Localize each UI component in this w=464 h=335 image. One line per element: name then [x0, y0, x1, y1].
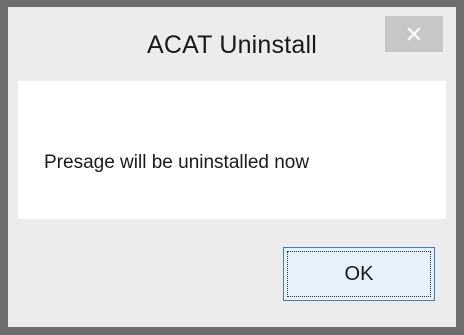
- dialog-message: Presage will be uninstalled now: [44, 152, 310, 173]
- close-icon: [407, 27, 421, 41]
- close-button[interactable]: [385, 16, 443, 52]
- ok-button-label: OK: [344, 262, 374, 285]
- dialog-window: ACAT Uninstall Presage will be uninstall…: [0, 0, 464, 335]
- ok-button[interactable]: OK: [283, 247, 435, 301]
- title-bar: ACAT Uninstall: [8, 7, 456, 81]
- message-area: Presage will be uninstalled now: [18, 81, 446, 219]
- button-bar: OK: [8, 219, 456, 327]
